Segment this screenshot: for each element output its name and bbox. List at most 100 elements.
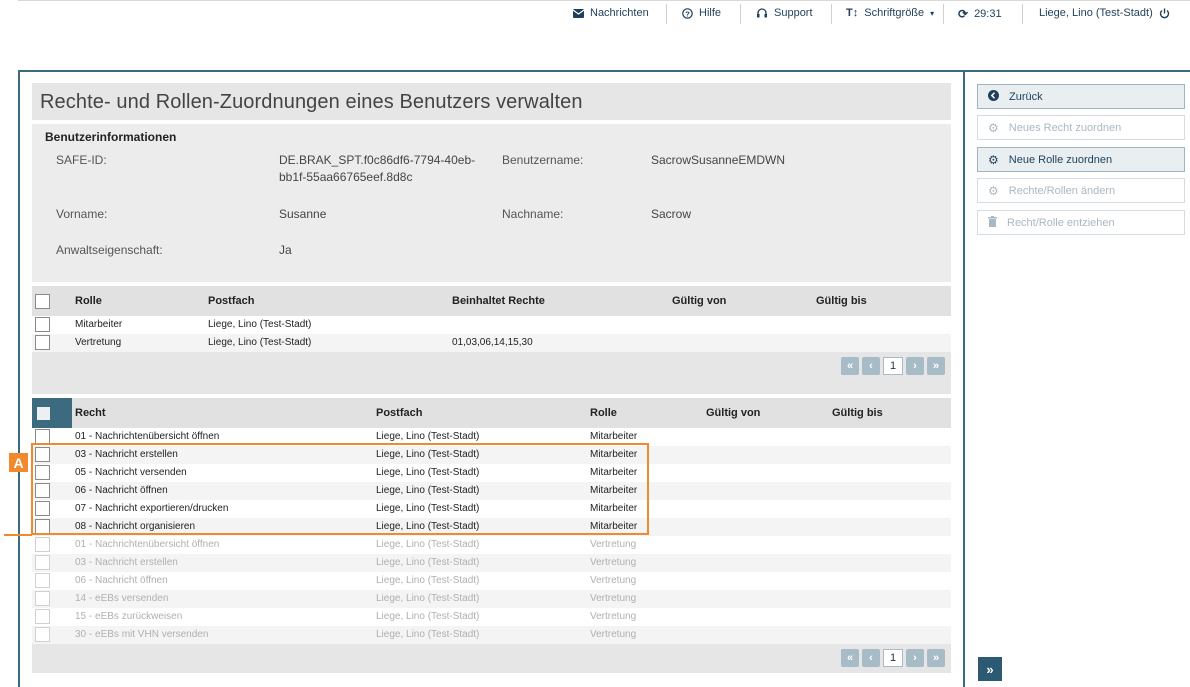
cell-rolle: Vertretung [590,557,637,568]
top-bar: Nachrichten ? Hilfe Support T↕ Schriftgr… [18,0,1190,26]
cell-postfach: Liege, Lino (Test-Stadt) [376,593,480,604]
prev-page-button[interactable]: ‹ [862,357,880,375]
annotation-highlight-box [31,443,649,535]
cell-postfach: Liege, Lino (Test-Stadt) [376,539,480,550]
col-gueltig-bis[interactable]: Gültig bis [832,407,883,419]
row-checkbox[interactable] [35,627,50,642]
rights-table-header: Recht Postfach Rolle Gültig von Gültig b… [32,398,951,428]
first-page-button[interactable]: « [841,649,859,667]
expand-panel-button[interactable]: » [978,657,1002,681]
row-checkbox[interactable] [35,573,50,588]
cell-rolle: Vertretung [590,611,637,622]
annotation-connector [4,534,32,536]
cell-recht: 15 - eEBs zurückweisen [75,611,183,622]
cell-recht: 14 - eEBs versenden [75,593,169,604]
help-link[interactable]: ? Hilfe [682,7,721,19]
safe-id-value: DE.BRAK_SPT.f0c86df6-7794-40eb- bb1f-55a… [279,153,476,184]
cell-postfach: Liege, Lino (Test-Stadt) [376,431,480,442]
row-checkbox[interactable] [35,591,50,606]
rights-pager-bar: « ‹ 1 › » [32,644,951,673]
next-page-button[interactable]: › [906,357,924,375]
next-page-button[interactable]: › [906,649,924,667]
row-checkbox[interactable] [35,537,50,552]
table-row[interactable]: 30 - eEBs mit VHN versenden Liege, Lino (… [32,626,951,644]
col-gueltig-von[interactable]: Gültig von [672,295,726,307]
lawyer-label: Anwaltseigenschaft: [56,243,163,257]
row-checkbox[interactable] [35,429,50,444]
user-menu[interactable]: Liege, Lino (Test-Stadt) [1039,7,1170,19]
table-row[interactable]: 06 - Nachricht öffnen Liege, Lino (Test-S… [32,572,951,590]
page-title: Rechte- und Rollen-Zuordnungen eines Ben… [40,91,583,113]
lastname-label: Nachname: [502,207,564,221]
cell-rolle: Vertretung [590,539,637,550]
row-checkbox[interactable] [35,335,50,350]
row-checkbox[interactable] [35,555,50,570]
refresh-icon: ⟳ [958,7,969,21]
safe-id-label: SAFE-ID: [56,153,107,167]
select-all-rights-checkbox[interactable] [32,398,72,428]
gear-icon: ⚙ [988,152,999,167]
col-rechte[interactable]: Beinhaltet Rechte [452,295,545,307]
cell-recht: 30 - eEBs mit VHN versenden [75,629,209,640]
back-button[interactable]: Zurück [977,84,1185,109]
svg-text:?: ? [685,9,690,18]
col-gueltig-von[interactable]: Gültig von [706,407,760,419]
trash-icon [988,215,997,230]
cell-postfach: Liege, Lino (Test-Stadt) [376,611,480,622]
text-size-icon: T↕ [846,7,859,19]
rights-table: Recht Postfach Rolle Gültig von Gültig b… [32,398,951,673]
firstname-label: Vorname: [56,207,108,221]
col-rolle[interactable]: Rolle [75,295,102,307]
roles-table: Rolle Postfach Beinhaltet Rechte Gültig … [32,286,951,394]
cell-rolle: Vertretung [590,593,637,604]
table-row[interactable]: 03 - Nachricht erstellen Liege, Lino (Tes… [32,554,951,572]
double-chevron-right-icon: » [986,661,994,677]
table-row[interactable]: 15 - eEBs zurückweisen Liege, Lino (Test-… [32,608,951,626]
power-icon[interactable] [1159,8,1170,19]
page-number[interactable]: 1 [883,357,903,375]
select-all-roles-checkbox[interactable] [35,294,50,309]
col-postfach[interactable]: Postfach [208,295,254,307]
cell-recht: 03 - Nachricht erstellen [75,557,178,568]
cell-rolle: Vertretung [590,629,637,640]
first-page-button[interactable]: « [841,357,859,375]
last-page-button[interactable]: » [927,649,945,667]
support-link[interactable]: Support [756,7,813,19]
last-page-button[interactable]: » [927,357,945,375]
roles-table-header: Rolle Postfach Beinhaltet Rechte Gültig … [32,286,951,316]
row-checkbox[interactable] [35,317,50,332]
table-row[interactable]: 01 - Nachrichtenübersicht öffnen Liege, L… [32,536,951,554]
cell-postfach: Liege, Lino (Test-Stadt) [376,575,480,586]
cell-postfach: Liege, Lino (Test-Stadt) [376,629,480,640]
username-value: SacrowSusanneEMDWN [651,153,786,167]
chevron-down-icon: ▾ [930,8,935,18]
page-number[interactable]: 1 [883,649,903,667]
user-info-section: Benutzerinformationen SAFE-ID: DE.BRAK_S… [32,124,951,282]
roles-pager: « ‹ 1 › » [841,357,945,375]
revoke-button[interactable]: Recht/Rolle entziehen [977,210,1185,235]
col-recht[interactable]: Recht [75,407,106,419]
gear-icon: ⚙ [988,120,999,135]
cell-postfach: Liege, Lino (Test-Stadt) [376,557,480,568]
col-gueltig-bis[interactable]: Gültig bis [816,295,867,307]
messages-link[interactable]: Nachrichten [573,7,649,19]
row-checkbox[interactable] [35,609,50,624]
change-rights-button[interactable]: ⚙ Rechte/Rollen ändern [977,178,1185,203]
cell-recht: 01 - Nachrichtenübersicht öffnen [75,539,220,550]
session-timer[interactable]: ⟳ 29:31 [958,7,1002,21]
table-row[interactable]: Mitarbeiter Liege, Lino (Test-Stadt) [32,316,951,334]
fontsize-dropdown[interactable]: T↕ Schriftgröße ▾ [846,7,934,19]
page-title-bar: Rechte- und Rollen-Zuordnungen eines Ben… [32,83,951,120]
lawyer-value: Ja [279,243,292,257]
table-row[interactable]: 14 - eEBs versenden Liege, Lino (Test-Sta… [32,590,951,608]
table-row[interactable]: Vertretung Liege, Lino (Test-Stadt) 01,0… [32,334,951,352]
prev-page-button[interactable]: ‹ [862,649,880,667]
question-icon: ? [682,7,693,19]
new-role-button[interactable]: ⚙ Neue Rolle zuordnen [977,147,1185,172]
envelope-icon [573,8,584,18]
col-postfach[interactable]: Postfach [376,407,422,419]
col-rolle[interactable]: Rolle [590,407,617,419]
arrow-left-circle-icon [988,89,999,104]
new-right-button[interactable]: ⚙ Neues Recht zuordnen [977,115,1185,140]
username-label: Benutzername: [502,153,584,167]
